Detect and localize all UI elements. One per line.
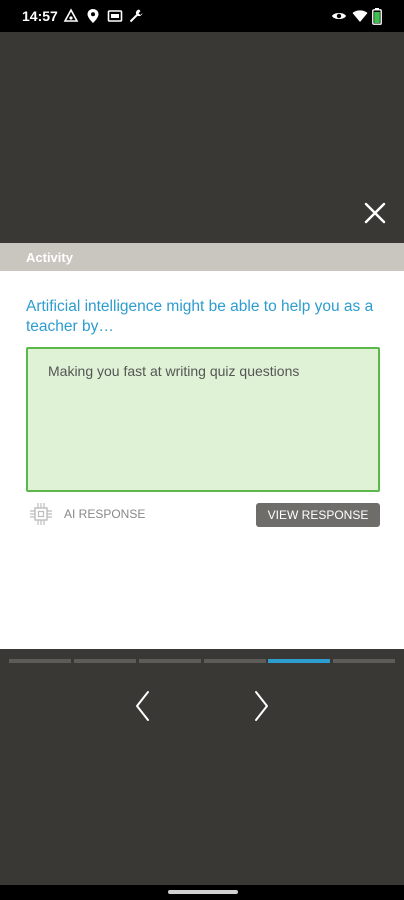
response-text: Making you fast at writing quiz question… xyxy=(48,363,300,379)
activity-title: Activity xyxy=(26,250,73,265)
wrench-icon xyxy=(128,8,144,29)
close-button[interactable] xyxy=(362,200,388,226)
chevron-left-icon xyxy=(132,691,154,727)
wifi-icon xyxy=(352,8,368,29)
activity-header: Activity xyxy=(0,243,404,271)
chevron-right-icon xyxy=(250,691,272,727)
battery-icon xyxy=(372,8,382,30)
previous-button[interactable] xyxy=(132,689,154,723)
progress-segment-active xyxy=(268,659,330,663)
progress-indicator xyxy=(9,659,397,663)
gesture-bar xyxy=(0,885,404,900)
progress-segment xyxy=(333,659,395,663)
ai-chip-icon xyxy=(28,501,54,527)
progress-segment xyxy=(74,659,136,663)
close-icon xyxy=(362,202,388,230)
status-time: 14:57 xyxy=(22,8,58,24)
next-button[interactable] xyxy=(250,689,272,723)
status-bar: 14:57 xyxy=(0,0,404,32)
media-area xyxy=(0,32,404,242)
ai-response-label: AI RESPONSE xyxy=(64,507,146,521)
eye-icon xyxy=(331,8,347,29)
progress-segment xyxy=(204,659,266,663)
view-response-button[interactable]: VIEW RESPONSE xyxy=(256,503,380,527)
home-gesture-handle[interactable] xyxy=(168,890,238,894)
notification-icon xyxy=(63,8,79,29)
cast-icon xyxy=(107,8,123,29)
response-box[interactable]: Making you fast at writing quiz question… xyxy=(26,347,380,492)
activity-panel: Artificial intelligence might be able to… xyxy=(0,271,404,649)
question-text: Artificial intelligence might be able to… xyxy=(26,298,374,335)
location-icon xyxy=(86,8,100,29)
ai-response-row: AI RESPONSE VIEW RESPONSE xyxy=(26,501,380,527)
bottom-navigation xyxy=(0,649,404,885)
progress-segment xyxy=(9,659,71,663)
progress-segment xyxy=(139,659,201,663)
